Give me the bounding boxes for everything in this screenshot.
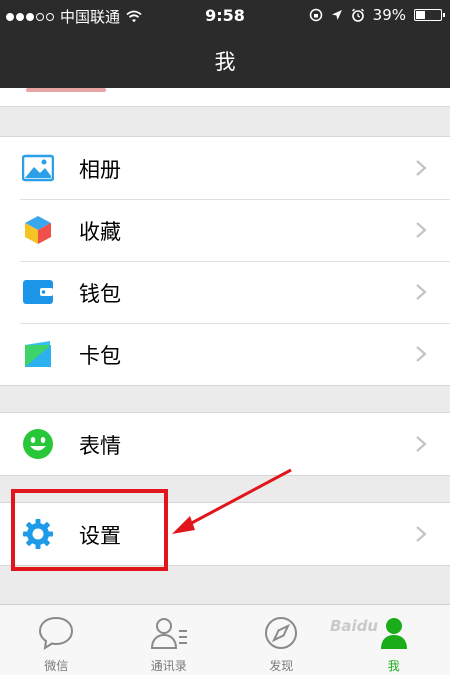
chat-bubble-icon <box>39 616 74 651</box>
contacts-icon <box>150 618 187 649</box>
person-icon <box>380 618 407 649</box>
tab-label: 发现 <box>269 659 294 673</box>
tab-discover[interactable]: 发现 <box>225 605 338 675</box>
tab-label: 通讯录 <box>150 659 187 673</box>
compass-icon <box>265 617 298 649</box>
annotation-arrow-icon <box>172 468 292 534</box>
tab-wechat[interactable]: 微信 <box>0 605 113 675</box>
tab-label: 微信 <box>44 659 69 673</box>
tab-contacts[interactable]: 通讯录 <box>113 605 226 675</box>
baidu-watermark: Baidu <box>330 617 379 635</box>
tab-bar: 微信 通讯录 发现 我 <box>0 604 450 675</box>
tab-me[interactable]: 我 <box>338 605 450 675</box>
tab-label: 我 <box>387 659 400 673</box>
